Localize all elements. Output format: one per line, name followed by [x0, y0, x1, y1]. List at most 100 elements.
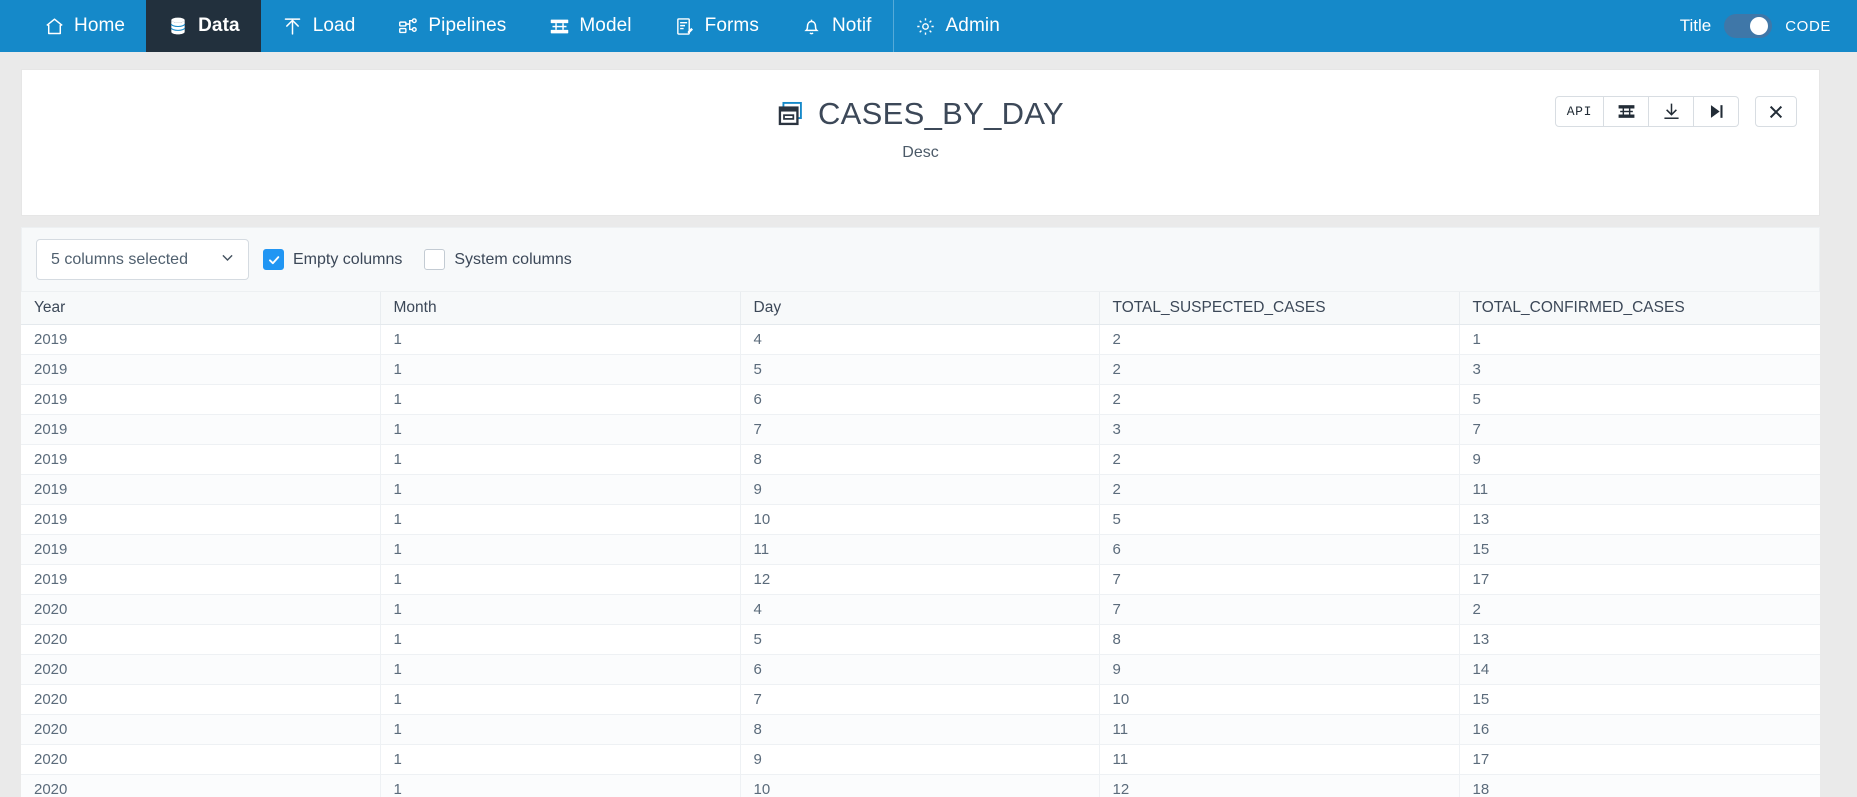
- nav-item-label: Load: [312, 15, 356, 36]
- table-cell: 1: [380, 474, 741, 505]
- table-row[interactable]: 2019 1 11 6 15: [21, 534, 1820, 565]
- table-cell: 7: [1459, 414, 1820, 445]
- table-row[interactable]: 2019 1 4 2 1: [21, 324, 1820, 355]
- upload-icon: [282, 15, 304, 37]
- table-cell: 2020: [21, 774, 381, 797]
- table-cell: 2019: [21, 354, 381, 385]
- table-row[interactable]: 2020 1 7 10 15: [21, 684, 1820, 715]
- api-button[interactable]: API: [1554, 96, 1604, 127]
- download-button[interactable]: [1649, 96, 1694, 127]
- system-columns-checkbox[interactable]: System columns: [424, 249, 572, 270]
- top-navbar: Home Data Load Pipelines Model Forms Notif Admi…: [0, 0, 1857, 52]
- code-toggle[interactable]: [1724, 14, 1773, 38]
- table-cell: 3: [1459, 354, 1820, 385]
- table-row[interactable]: 2020 1 6 9 14: [21, 654, 1820, 685]
- table-row[interactable]: 2020 1 8 11 16: [21, 714, 1820, 745]
- table-row[interactable]: 2019 1 5 2 3: [21, 354, 1820, 385]
- page-title-row: CASES_BY_DAY: [777, 96, 1064, 132]
- nav-item-label: Notif: [831, 15, 872, 36]
- nav-item-home[interactable]: Home: [22, 0, 146, 52]
- table-row[interactable]: 2020 1 10 12 18: [21, 774, 1820, 797]
- table-window-icon: [777, 100, 805, 128]
- table-cell: 1: [380, 324, 741, 355]
- table-cell: 2: [1459, 594, 1820, 625]
- table-column-header[interactable]: Day: [740, 292, 1100, 325]
- column-select[interactable]: 5 columns selected: [36, 239, 249, 280]
- entity-header-card: CASES_BY_DAY Desc API: [21, 69, 1820, 216]
- table-row[interactable]: 2019 1 12 7 17: [21, 564, 1820, 595]
- table-row[interactable]: 2020 1 5 8 13: [21, 624, 1820, 655]
- title-block: CASES_BY_DAY Desc: [22, 96, 1819, 162]
- table-cell: 9: [740, 474, 1100, 505]
- table-cell: 2020: [21, 654, 381, 685]
- data-table-container[interactable]: Year Month Day TOTAL_SUSPECTED_CASES TOTAL_C…: [21, 292, 1820, 797]
- table-cell: 12: [740, 564, 1100, 595]
- model-icon: [1617, 102, 1636, 121]
- nav-item-forms[interactable]: Forms: [653, 0, 780, 52]
- table-row[interactable]: 2019 1 10 5 13: [21, 504, 1820, 535]
- title-label: Title: [1679, 16, 1712, 35]
- api-button-label: API: [1566, 104, 1592, 119]
- home-icon: [43, 15, 65, 37]
- table-cell: 2020: [21, 714, 381, 745]
- table-cell: 2019: [21, 414, 381, 445]
- forms-icon: [674, 15, 696, 37]
- table-cell: 4: [740, 324, 1100, 355]
- table-row[interactable]: 2020 1 9 11 17: [21, 744, 1820, 775]
- bell-icon: [801, 15, 823, 37]
- close-button[interactable]: [1755, 96, 1797, 127]
- data-table: Year Month Day TOTAL_SUSPECTED_CASES TOTAL_C…: [21, 292, 1820, 797]
- table-cell: 3: [1099, 414, 1460, 445]
- table-row[interactable]: 2020 1 4 7 2: [21, 594, 1820, 625]
- table-cell: 2019: [21, 324, 381, 355]
- table-column-header[interactable]: TOTAL_CONFIRMED_CASES: [1459, 292, 1820, 325]
- page-description: Desc: [902, 144, 939, 161]
- table-cell: 13: [1459, 624, 1820, 655]
- table-cell: 10: [740, 504, 1100, 535]
- table-row[interactable]: 2019 1 6 2 5: [21, 384, 1820, 415]
- table-cell: 2019: [21, 534, 381, 565]
- nav-item-admin[interactable]: Admin: [894, 0, 1021, 52]
- gear-icon: [915, 15, 937, 37]
- nav-item-model[interactable]: Model: [527, 0, 652, 52]
- nav-item-pipelines[interactable]: Pipelines: [376, 0, 527, 52]
- table-cell: 1: [380, 744, 741, 775]
- column-select-value: 5 columns selected: [51, 250, 188, 268]
- table-cell: 15: [1459, 534, 1820, 565]
- table-cell: 1: [380, 414, 741, 445]
- nav-item-notif[interactable]: Notif: [780, 0, 893, 52]
- nav-item-data[interactable]: Data: [146, 0, 261, 52]
- table-head: Year Month Day TOTAL_SUSPECTED_CASES TOTAL_C…: [21, 292, 1820, 325]
- table-cell: 13: [1459, 504, 1820, 535]
- table-cell: 7: [740, 414, 1100, 445]
- empty-columns-checkbox[interactable]: Empty columns: [263, 249, 402, 270]
- nav-item-load[interactable]: Load: [261, 0, 377, 52]
- table-column-header[interactable]: Year: [21, 292, 381, 325]
- chevron-down-icon: [219, 249, 236, 271]
- table-cell: 2020: [21, 684, 381, 715]
- table-row[interactable]: 2019 1 9 2 11: [21, 474, 1820, 505]
- table-cell: 1: [380, 624, 741, 655]
- table-cell: 7: [1099, 564, 1460, 595]
- code-toggle-knob: [1750, 17, 1769, 35]
- table-cell: 15: [1459, 684, 1820, 715]
- checkbox-label: Empty columns: [293, 250, 403, 268]
- table-row[interactable]: 2019 1 7 3 7: [21, 414, 1820, 445]
- table-row[interactable]: 2019 1 8 2 9: [21, 444, 1820, 475]
- page-title: CASES_BY_DAY: [818, 96, 1064, 131]
- table-cell: 9: [1099, 654, 1460, 685]
- table-cell: 17: [1459, 564, 1820, 595]
- table-cell: 6: [740, 654, 1100, 685]
- table-cell: 2019: [21, 564, 381, 595]
- table-cell: 2019: [21, 504, 381, 535]
- model-button[interactable]: [1604, 96, 1649, 127]
- checkbox-list: Empty columns System columns: [263, 249, 572, 270]
- nav-item-label: Forms: [704, 15, 759, 36]
- table-cell: 2: [1099, 444, 1460, 475]
- nav-item-label: Home: [74, 15, 126, 36]
- table-cell: 11: [740, 534, 1100, 565]
- checkbox-label: System columns: [454, 250, 572, 268]
- table-column-header[interactable]: TOTAL_SUSPECTED_CASES: [1099, 292, 1460, 325]
- skip-end-button[interactable]: [1694, 96, 1739, 127]
- table-column-header[interactable]: Month: [380, 292, 741, 325]
